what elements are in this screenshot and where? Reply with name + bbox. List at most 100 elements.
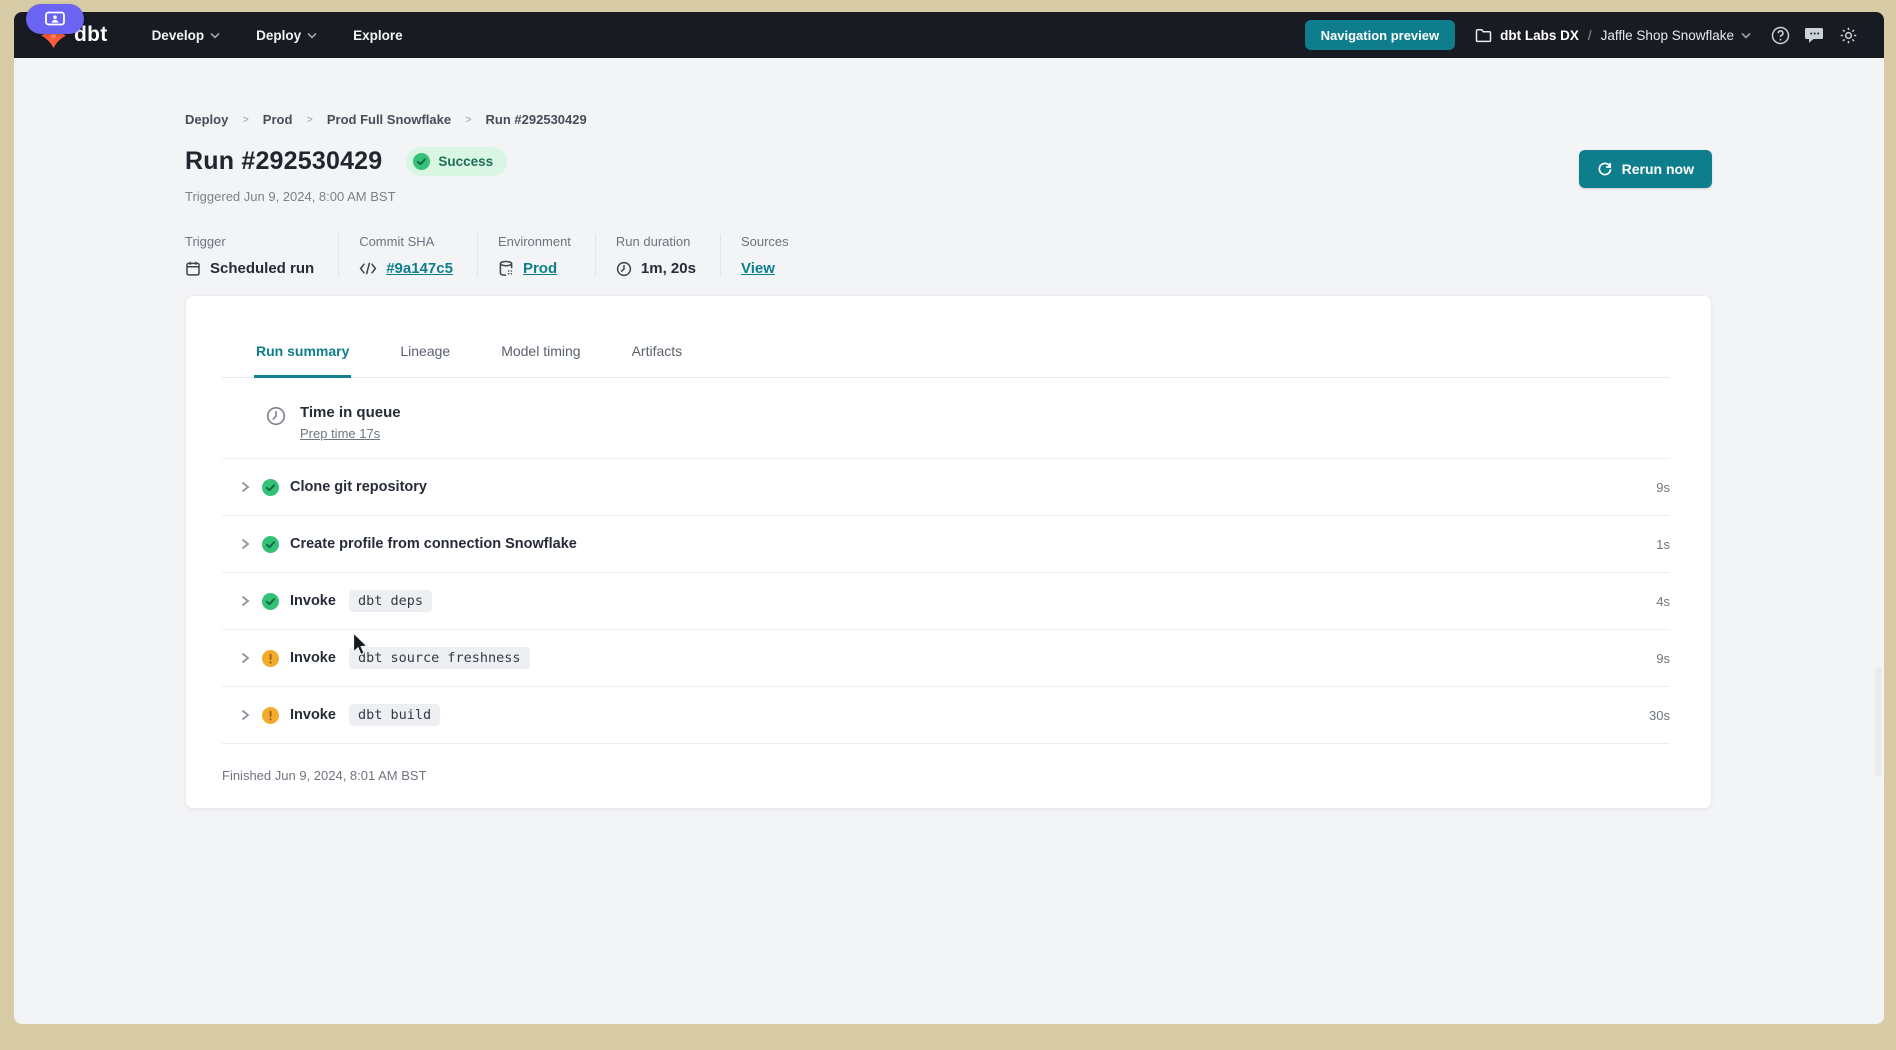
breadcrumb-deploy[interactable]: Deploy — [185, 112, 228, 127]
clock-icon — [266, 406, 286, 426]
success-check-icon — [413, 153, 430, 170]
code-icon — [359, 262, 377, 275]
status-badge: Success — [406, 147, 507, 176]
expand-chevron-icon[interactable] — [240, 651, 251, 665]
meta-environment-label: Environment — [498, 234, 571, 249]
prep-time-link[interactable]: Prep time 17s — [300, 426, 380, 441]
database-icon — [498, 260, 514, 277]
status-label: Success — [438, 154, 493, 169]
run-summary-card: Run summary Lineage Model timing Artifac… — [185, 295, 1712, 809]
expand-chevron-icon[interactable] — [240, 537, 251, 551]
expand-chevron-icon[interactable] — [240, 480, 251, 494]
account-selector[interactable]: dbt Labs DX — [1475, 28, 1579, 43]
time-in-queue-block: Time in queue Prep time 17s — [222, 404, 1670, 459]
dbt-cloud-window: dbt Develop Deploy Explore Navigation pr… — [14, 12, 1884, 1024]
tab-run-summary[interactable]: Run summary — [254, 343, 351, 378]
triggered-timestamp: Triggered Jun 9, 2024, 8:00 AM BST — [185, 189, 1712, 204]
gear-icon[interactable] — [1839, 26, 1858, 45]
step-command: dbt deps — [349, 590, 432, 612]
step-label: Invoke — [290, 707, 336, 723]
step-duration: 1s — [1656, 537, 1670, 552]
navigation-preview-button[interactable]: Navigation preview — [1305, 20, 1455, 50]
step-invoke-dbt-deps: Invoke dbt deps 4s — [222, 573, 1670, 630]
project-selector[interactable]: Jaffle Shop Snowflake — [1601, 28, 1751, 43]
duration-value: 1m, 20s — [641, 260, 696, 277]
step-invoke-dbt-build: Invoke dbt build 30s — [222, 687, 1670, 744]
tab-lineage[interactable]: Lineage — [398, 343, 452, 377]
scrollbar-thumb[interactable] — [1875, 667, 1882, 777]
step-duration: 9s — [1656, 480, 1670, 495]
calendar-icon — [185, 260, 201, 277]
rerun-label: Rerun now — [1622, 161, 1694, 177]
meta-commit-label: Commit SHA — [359, 234, 453, 249]
queue-title: Time in queue — [300, 404, 401, 421]
step-success-icon — [262, 536, 279, 553]
breadcrumb-prod[interactable]: Prod — [263, 112, 293, 127]
nav-develop-label: Develop — [152, 28, 205, 43]
chevron-down-icon — [210, 32, 220, 39]
chevron-down-icon — [307, 32, 317, 39]
meta-duration-label: Run duration — [616, 234, 696, 249]
step-duration: 4s — [1656, 594, 1670, 609]
step-label: Create profile from connection Snowflake — [290, 536, 577, 552]
rerun-icon — [1597, 161, 1613, 177]
step-duration: 9s — [1656, 651, 1670, 666]
expand-chevron-icon[interactable] — [240, 708, 251, 722]
project-breadcrumb: dbt Labs DX / Jaffle Shop Snowflake — [1475, 28, 1751, 43]
path-separator: / — [1588, 28, 1592, 43]
environment-link[interactable]: Prod — [523, 260, 557, 277]
meta-trigger-label: Trigger — [185, 234, 314, 249]
top-navbar: dbt Develop Deploy Explore Navigation pr… — [14, 12, 1884, 58]
nav-explore[interactable]: Explore — [353, 28, 403, 43]
navbar-right: Navigation preview dbt Labs DX / Jaffle … — [1305, 20, 1858, 50]
screen-share-indicator[interactable] — [26, 4, 84, 34]
feedback-icon[interactable] — [1805, 26, 1824, 44]
commit-sha-link[interactable]: #9a147c5 — [386, 260, 453, 277]
step-duration: 30s — [1649, 708, 1670, 723]
meta-trigger: Trigger Scheduled run — [185, 234, 338, 277]
chevron-down-icon — [1741, 32, 1751, 39]
finished-timestamp: Finished Jun 9, 2024, 8:01 AM BST — [222, 744, 1670, 783]
meta-environment: Environment Prod — [477, 234, 595, 277]
nav-develop[interactable]: Develop — [152, 28, 221, 43]
step-command: dbt build — [349, 704, 440, 726]
account-name: dbt Labs DX — [1500, 28, 1579, 43]
page-title: Run #292530429 — [185, 147, 382, 176]
nav-deploy[interactable]: Deploy — [256, 28, 317, 43]
run-detail-page: Deploy > Prod > Prod Full Snowflake > Ru… — [14, 112, 1884, 809]
project-name: Jaffle Shop Snowflake — [1601, 28, 1734, 43]
meta-sources: Sources View — [720, 234, 813, 277]
help-icon[interactable] — [1771, 26, 1790, 45]
step-success-icon — [262, 479, 279, 496]
step-warning-icon — [262, 707, 279, 724]
meta-commit: Commit SHA #9a147c5 — [338, 234, 477, 277]
step-invoke-dbt-source-freshness: Invoke dbt source freshness 9s — [222, 630, 1670, 687]
step-label: Invoke — [290, 593, 336, 609]
screen-share-icon — [44, 10, 66, 28]
sources-view-link[interactable]: View — [741, 260, 775, 277]
breadcrumb: Deploy > Prod > Prod Full Snowflake > Ru… — [185, 112, 1712, 127]
expand-chevron-icon[interactable] — [240, 594, 251, 608]
breadcrumb-separator: > — [242, 114, 248, 126]
tab-artifacts[interactable]: Artifacts — [630, 343, 685, 377]
step-success-icon — [262, 593, 279, 610]
breadcrumb-separator: > — [465, 114, 471, 126]
title-row: Run #292530429 Success Rerun now — [185, 147, 1712, 176]
navbar-icons — [1771, 26, 1858, 45]
trigger-value: Scheduled run — [210, 260, 314, 277]
step-label: Clone git repository — [290, 479, 427, 495]
meta-duration: Run duration 1m, 20s — [595, 234, 720, 277]
tab-model-timing[interactable]: Model timing — [499, 343, 582, 377]
step-warning-icon — [262, 650, 279, 667]
step-clone-git-repository: Clone git repository 9s — [222, 459, 1670, 516]
nav-explore-label: Explore — [353, 28, 403, 43]
clock-icon — [616, 261, 632, 277]
breadcrumb-job[interactable]: Prod Full Snowflake — [327, 112, 451, 127]
folder-icon — [1475, 28, 1492, 43]
step-command: dbt source freshness — [349, 647, 530, 669]
rerun-now-button[interactable]: Rerun now — [1579, 150, 1712, 188]
tab-bar: Run summary Lineage Model timing Artifac… — [222, 296, 1670, 378]
breadcrumb-run[interactable]: Run #292530429 — [486, 112, 587, 127]
breadcrumb-separator: > — [306, 114, 312, 126]
meta-sources-label: Sources — [741, 234, 789, 249]
